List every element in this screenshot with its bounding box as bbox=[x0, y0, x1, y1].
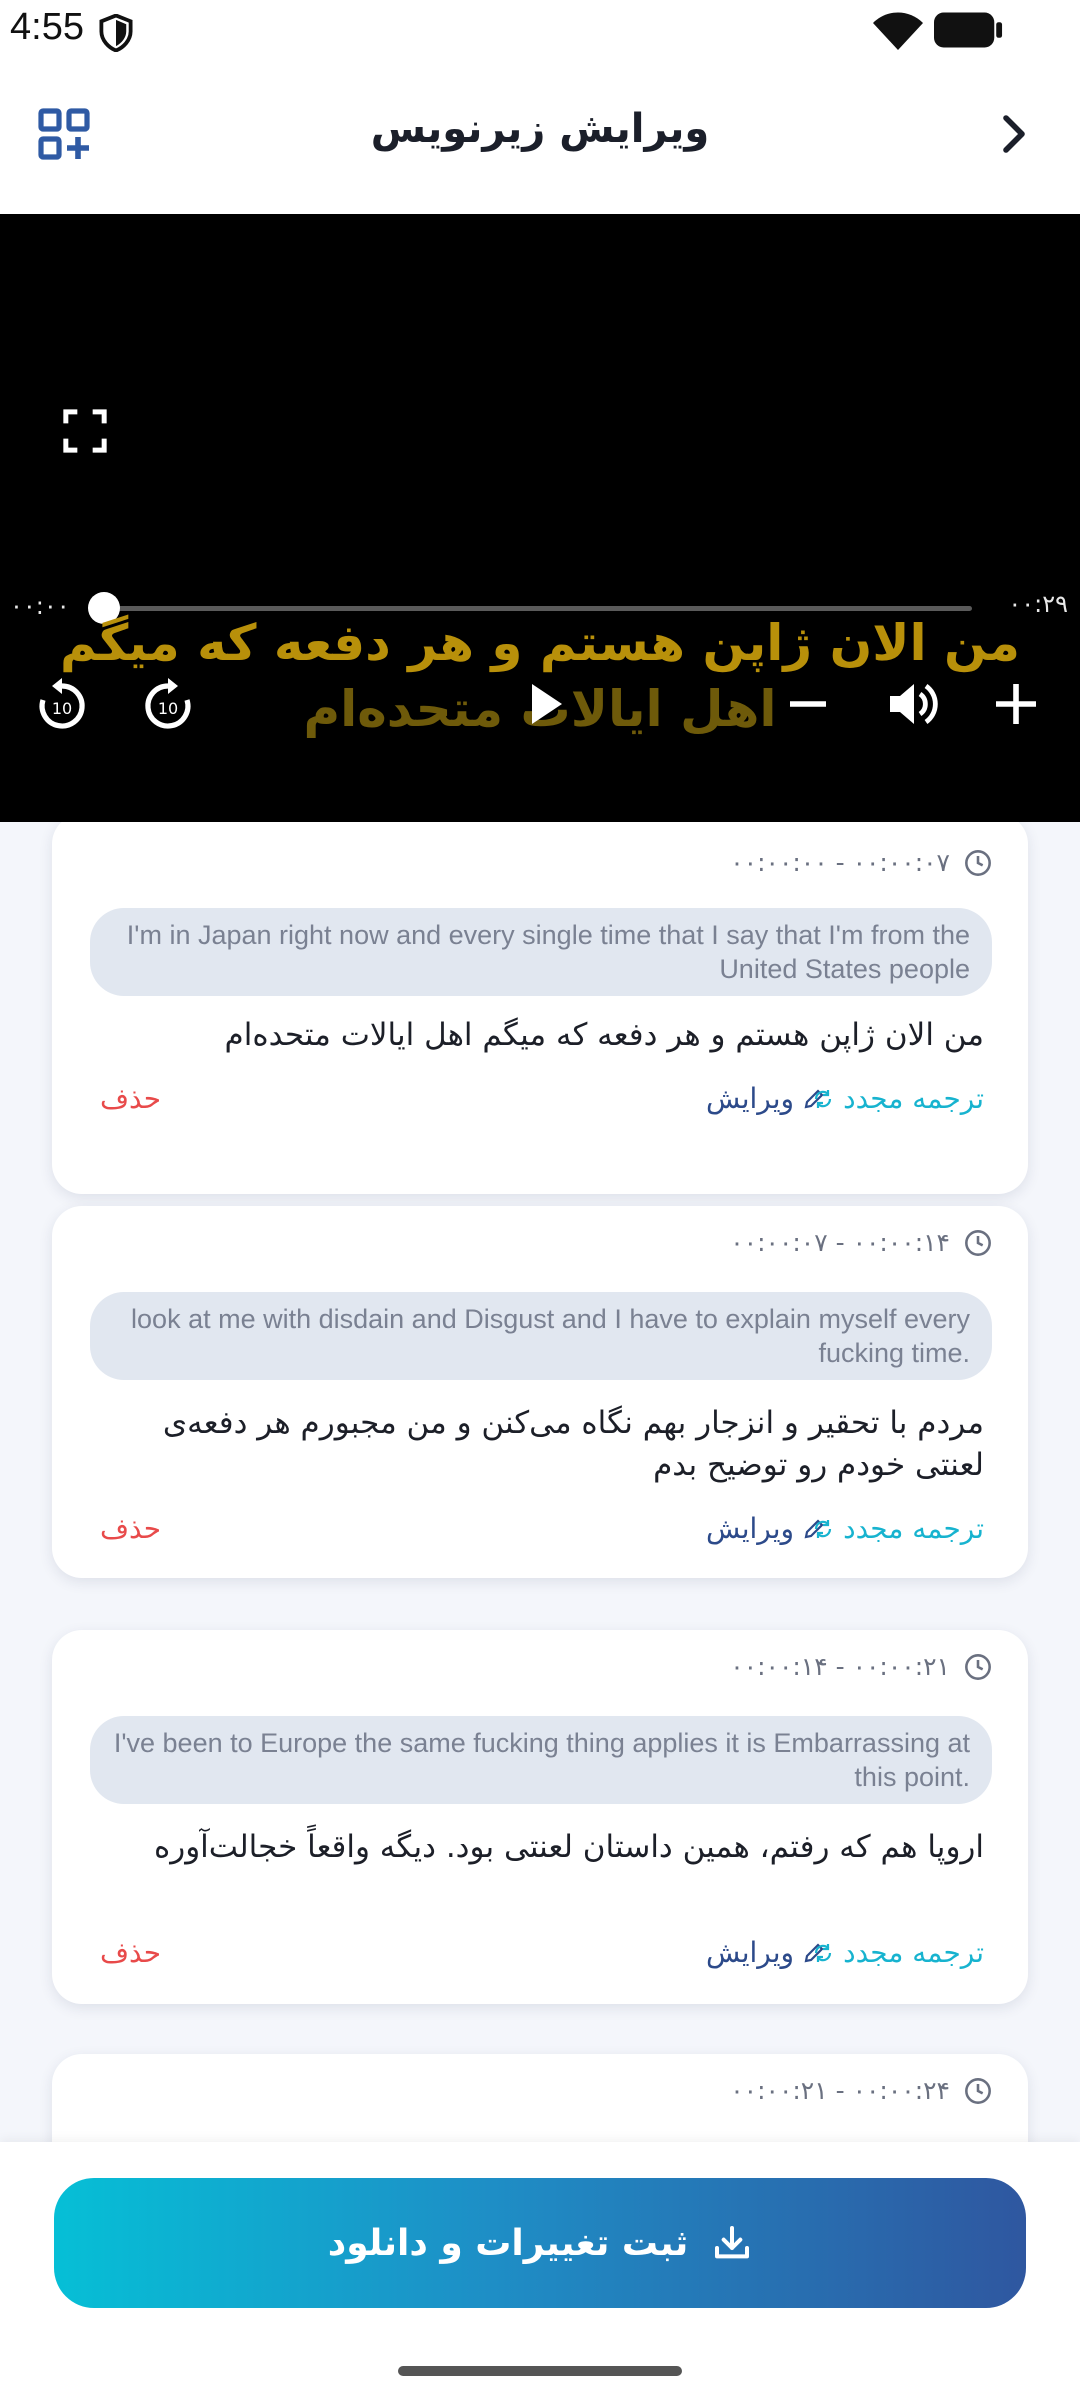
card-timestamp: ۰۰:۰۰:۰۷ - ۰۰:۰۰:۱۴ bbox=[730, 1228, 992, 1257]
plus-icon[interactable] bbox=[988, 676, 1044, 732]
edit-button[interactable]: ویرایش bbox=[706, 1082, 826, 1115]
subtitle-card: ۰۰:۰۰:۰۷ - ۰۰:۰۰:۱۴ look at me with disd… bbox=[52, 1206, 1028, 1578]
play-icon[interactable] bbox=[516, 676, 572, 732]
source-text: I've been to Europe the same fucking thi… bbox=[90, 1716, 992, 1804]
status-time: 4:55 bbox=[10, 6, 84, 48]
edit-button[interactable]: ویرایش bbox=[706, 1936, 826, 1969]
edit-label: ویرایش bbox=[706, 1082, 795, 1115]
rewind-10-icon[interactable]: 10 bbox=[34, 676, 90, 732]
card-timestamp: ۰۰:۰۰:۲۱ - ۰۰:۰۰:۲۴ bbox=[730, 2076, 992, 2105]
retranslate-button[interactable]: ترجمه مجدد bbox=[811, 1082, 984, 1115]
retranslate-label: ترجمه مجدد bbox=[843, 1082, 984, 1115]
translation-text[interactable]: من الان ژاپن هستم و هر دفعه که میگم اهل … bbox=[112, 1014, 984, 1056]
download-icon bbox=[715, 2226, 750, 2259]
source-text: look at me with disdain and Disgust and … bbox=[90, 1292, 992, 1380]
wifi-icon bbox=[873, 12, 923, 50]
refresh-icon bbox=[815, 1089, 832, 1108]
save-and-download-button[interactable]: ثبت تغییرات و دانلود bbox=[54, 2178, 1026, 2308]
card-time-range: ۰۰:۰۰:۲۱ - ۰۰:۰۰:۲۴ bbox=[730, 2076, 950, 2105]
svg-text:10: 10 bbox=[158, 699, 178, 718]
card-time-range: ۰۰:۰۰:۱۴ - ۰۰:۰۰:۲۱ bbox=[730, 1652, 950, 1681]
card-timestamp: ۰۰:۰۰:۱۴ - ۰۰:۰۰:۲۱ bbox=[730, 1652, 992, 1681]
edit-label: ویرایش bbox=[706, 1512, 795, 1545]
card-time-range: ۰۰:۰۰:۰۰ - ۰۰:۰۰:۰۷ bbox=[730, 848, 950, 877]
subtitle-card: ۰۰:۰۰:۱۴ - ۰۰:۰۰:۲۱ I've been to Europe … bbox=[52, 1630, 1028, 2004]
clock-icon bbox=[965, 849, 991, 876]
save-button-label: ثبت تغییرات و دانلود bbox=[327, 2222, 689, 2264]
subtitle-card: ۰۰:۰۰:۲۱ - ۰۰:۰۰:۲۴ bbox=[52, 2054, 1028, 2142]
minus-icon[interactable] bbox=[780, 676, 836, 732]
card-actions: حذف ویرایش ترجمه مجدد bbox=[52, 1512, 1028, 1552]
subtitle-line: من الان ژاپن هستم و هر دفعه که میگم bbox=[60, 614, 1020, 672]
subtitle-card: ۰۰:۰۰:۰۰ - ۰۰:۰۰:۰۷ I'm in Japan right n… bbox=[52, 822, 1028, 1194]
status-bar: 4:55 bbox=[0, 0, 1080, 64]
clock-icon bbox=[965, 2077, 991, 2104]
home-indicator[interactable] bbox=[398, 2366, 682, 2376]
card-timestamp: ۰۰:۰۰:۰۰ - ۰۰:۰۰:۰۷ bbox=[730, 848, 992, 877]
refresh-icon bbox=[815, 1943, 832, 1962]
chevron-back-icon[interactable] bbox=[988, 110, 1036, 158]
shield-icon bbox=[99, 14, 133, 52]
delete-button[interactable]: حذف bbox=[100, 1082, 161, 1115]
edit-label: ویرایش bbox=[706, 1936, 795, 1969]
subtitle-list[interactable]: ۰۰:۰۰:۰۰ - ۰۰:۰۰:۰۷ I'm in Japan right n… bbox=[0, 822, 1080, 2142]
clock-icon bbox=[965, 1653, 991, 1680]
card-time-range: ۰۰:۰۰:۰۷ - ۰۰:۰۰:۱۴ bbox=[730, 1228, 950, 1257]
bottom-bar: ثبت تغییرات و دانلود bbox=[0, 2142, 1080, 2400]
clock-icon bbox=[965, 1229, 991, 1256]
retranslate-label: ترجمه مجدد bbox=[843, 1936, 984, 1969]
card-actions: حذف ویرایش ترجمه مجدد bbox=[52, 1936, 1028, 1976]
fullscreen-icon[interactable] bbox=[62, 408, 108, 454]
source-text: I'm in Japan right now and every single … bbox=[90, 908, 992, 996]
card-actions: حذف ویرایش ترجمه مجدد bbox=[52, 1082, 1028, 1122]
refresh-icon bbox=[815, 1519, 832, 1538]
page-title: ویرایش زیرنویس bbox=[370, 106, 710, 152]
retranslate-button[interactable]: ترجمه مجدد bbox=[811, 1512, 984, 1545]
battery-icon bbox=[934, 12, 1003, 48]
app-bar: ویرایش زیرنویس bbox=[0, 64, 1080, 214]
forward-10-icon[interactable]: 10 bbox=[140, 676, 196, 732]
delete-button[interactable]: حذف bbox=[100, 1512, 161, 1545]
volume-icon[interactable] bbox=[884, 676, 940, 732]
delete-button[interactable]: حذف bbox=[100, 1936, 161, 1969]
retranslate-label: ترجمه مجدد bbox=[843, 1512, 984, 1545]
translation-text[interactable]: اروپا هم که رفتم، همین داستان لعنتی بود.… bbox=[112, 1826, 984, 1868]
video-player[interactable]: ۰۰:۰۰ ۰۰:۲۹ من الان ژاپن هستم و هر دفعه … bbox=[0, 214, 1080, 822]
edit-button[interactable]: ویرایش bbox=[706, 1512, 826, 1545]
svg-text:10: 10 bbox=[52, 699, 72, 718]
translation-text[interactable]: مردم با تحقیر و انزجار بهم نگاه می‌کنن و… bbox=[112, 1402, 984, 1486]
retranslate-button[interactable]: ترجمه مجدد bbox=[811, 1936, 984, 1969]
